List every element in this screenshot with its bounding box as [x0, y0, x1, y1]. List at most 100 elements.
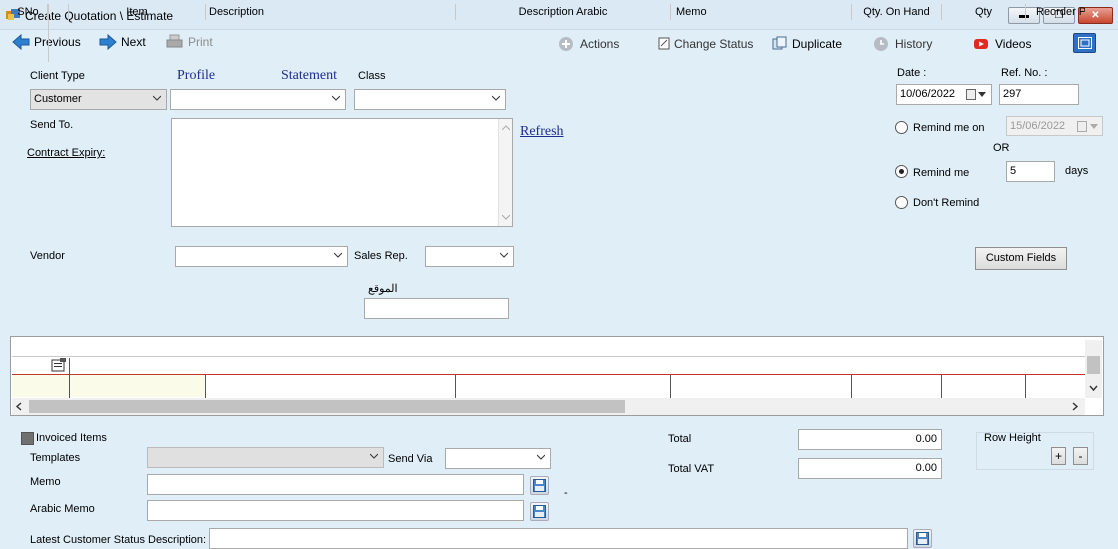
videos-button[interactable]: Videos [973, 36, 1031, 52]
class-label: Class [358, 70, 386, 82]
chevron-down-icon [153, 95, 161, 101]
arrow-right-icon [99, 34, 117, 50]
arabic-memo-save-button[interactable] [530, 502, 549, 521]
print-button[interactable]: Print [166, 34, 213, 50]
edit-row-icon[interactable] [51, 358, 67, 373]
remind-on-radio[interactable] [895, 121, 908, 134]
next-label: Next [121, 35, 146, 49]
class-select[interactable] [354, 89, 506, 110]
total-field: 0.00 [798, 429, 942, 450]
remind-on-date-picker[interactable]: 15/06/2022 [1006, 116, 1103, 136]
history-button[interactable]: History [873, 36, 932, 52]
save-icon [916, 532, 929, 545]
send-to-scrollbar[interactable] [498, 119, 512, 226]
column-header-description-arabic[interactable]: Description Arabic [456, 4, 671, 20]
row-height-increase-button[interactable]: + [1051, 447, 1066, 465]
previous-button[interactable]: Previous [12, 34, 81, 50]
profile-link[interactable]: Profile [177, 68, 215, 84]
scroll-up-icon [502, 125, 510, 131]
chevron-down-icon [332, 95, 340, 101]
change-status-label: Change Status [674, 37, 754, 51]
latest-status-input[interactable] [209, 528, 908, 549]
latest-status-save-button[interactable] [913, 529, 932, 548]
ref-no-value: 297 [1003, 88, 1022, 100]
grid-vertical-scrollbar[interactable] [1085, 340, 1102, 398]
memo-input[interactable] [147, 474, 524, 495]
duplicate-button[interactable]: Duplicate [772, 36, 842, 52]
latest-status-label: Latest Customer Status Description: [30, 534, 207, 546]
column-header-description[interactable]: Description [206, 4, 456, 20]
arabic-memo-label: Arabic Memo [30, 503, 95, 515]
ref-no-label: Ref. No. : [1001, 67, 1048, 79]
grid-divider [455, 375, 456, 398]
column-header-memo[interactable]: Memo [671, 4, 852, 20]
client-type-select[interactable]: Customer [30, 89, 167, 110]
date-picker[interactable]: 10/06/2022 [896, 84, 992, 105]
remind-me-radio[interactable] [895, 165, 908, 178]
duplicate-icon [772, 36, 787, 50]
invoiced-items-indicator [21, 432, 34, 445]
printer-icon [166, 34, 183, 48]
window-layout-icon [1078, 37, 1092, 49]
total-vat-label: Total VAT [668, 463, 715, 475]
location-input[interactable] [364, 298, 509, 319]
remind-days-input[interactable]: 5 [1006, 161, 1055, 182]
statement-link[interactable]: Statement [281, 68, 337, 84]
location-label: الموقع [368, 283, 398, 295]
column-header-reorder[interactable]: Reorder P [1026, 4, 1085, 20]
sales-rep-select[interactable] [425, 246, 514, 267]
column-header-sno[interactable]: SNo. [12, 4, 48, 20]
column-header-qty[interactable]: Qty [942, 4, 1026, 20]
change-status-button[interactable]: Change Status [658, 36, 753, 52]
actions-label: Actions [580, 37, 620, 51]
total-label: Total [668, 433, 692, 445]
memo-label: Memo [30, 476, 61, 488]
actions-button[interactable]: Actions [558, 36, 619, 52]
dont-remind-label: Don't Remind [913, 197, 980, 209]
duplicate-label: Duplicate [792, 37, 843, 51]
grid-header [12, 340, 1085, 357]
grid-divider [48, 4, 49, 62]
send-to-textarea[interactable] [171, 118, 513, 227]
dont-remind-radio[interactable] [895, 196, 908, 209]
column-header-edit[interactable] [48, 4, 69, 20]
scroll-left-icon[interactable] [15, 402, 23, 411]
send-to-label: Send To. [30, 119, 74, 131]
templates-select[interactable] [147, 447, 384, 468]
window-layout-button[interactable] [1073, 33, 1096, 53]
next-button[interactable]: Next [99, 34, 146, 50]
memo-save-button[interactable] [530, 476, 549, 495]
remind-on-label: Remind me on [913, 122, 985, 134]
row-height-label: Row Height [984, 432, 1041, 444]
send-via-select[interactable] [445, 448, 551, 469]
date-label: Date : [897, 67, 927, 79]
grid-horizontal-scrollbar[interactable] [12, 398, 1085, 415]
arrow-left-icon [12, 34, 30, 50]
vendor-select[interactable] [175, 246, 348, 267]
scroll-down-icon[interactable] [1089, 384, 1098, 392]
grid-vertical-thumb[interactable] [1087, 356, 1100, 374]
or-label: OR [993, 142, 1010, 154]
plus-circle-icon [559, 37, 573, 51]
ref-no-input[interactable]: 297 [999, 84, 1079, 105]
chevron-down-icon [537, 454, 545, 460]
previous-label: Previous [34, 35, 81, 49]
scroll-down-icon [502, 214, 510, 220]
row-height-decrease-button[interactable]: - [1073, 447, 1088, 465]
refresh-link[interactable]: Refresh [520, 124, 564, 140]
column-header-item[interactable]: Item [69, 4, 206, 20]
edit-status-icon [658, 37, 670, 50]
grid-divider [69, 358, 70, 398]
grid-horizontal-thumb[interactable] [29, 400, 625, 413]
column-header-qty-on-hand[interactable]: Qty. On Hand [852, 4, 942, 20]
send-via-label: Send Via [388, 453, 433, 465]
grid-row-2[interactable] [12, 375, 205, 397]
contract-expiry-link[interactable]: Contract Expiry: [27, 147, 105, 159]
profile-select[interactable] [170, 89, 346, 110]
print-label: Print [188, 35, 213, 49]
grid-row-1[interactable] [12, 358, 1085, 374]
custom-fields-button[interactable]: Custom Fields [975, 247, 1067, 270]
scroll-right-icon[interactable] [1071, 402, 1079, 411]
video-play-icon [974, 39, 988, 49]
arabic-memo-input[interactable] [147, 500, 524, 521]
